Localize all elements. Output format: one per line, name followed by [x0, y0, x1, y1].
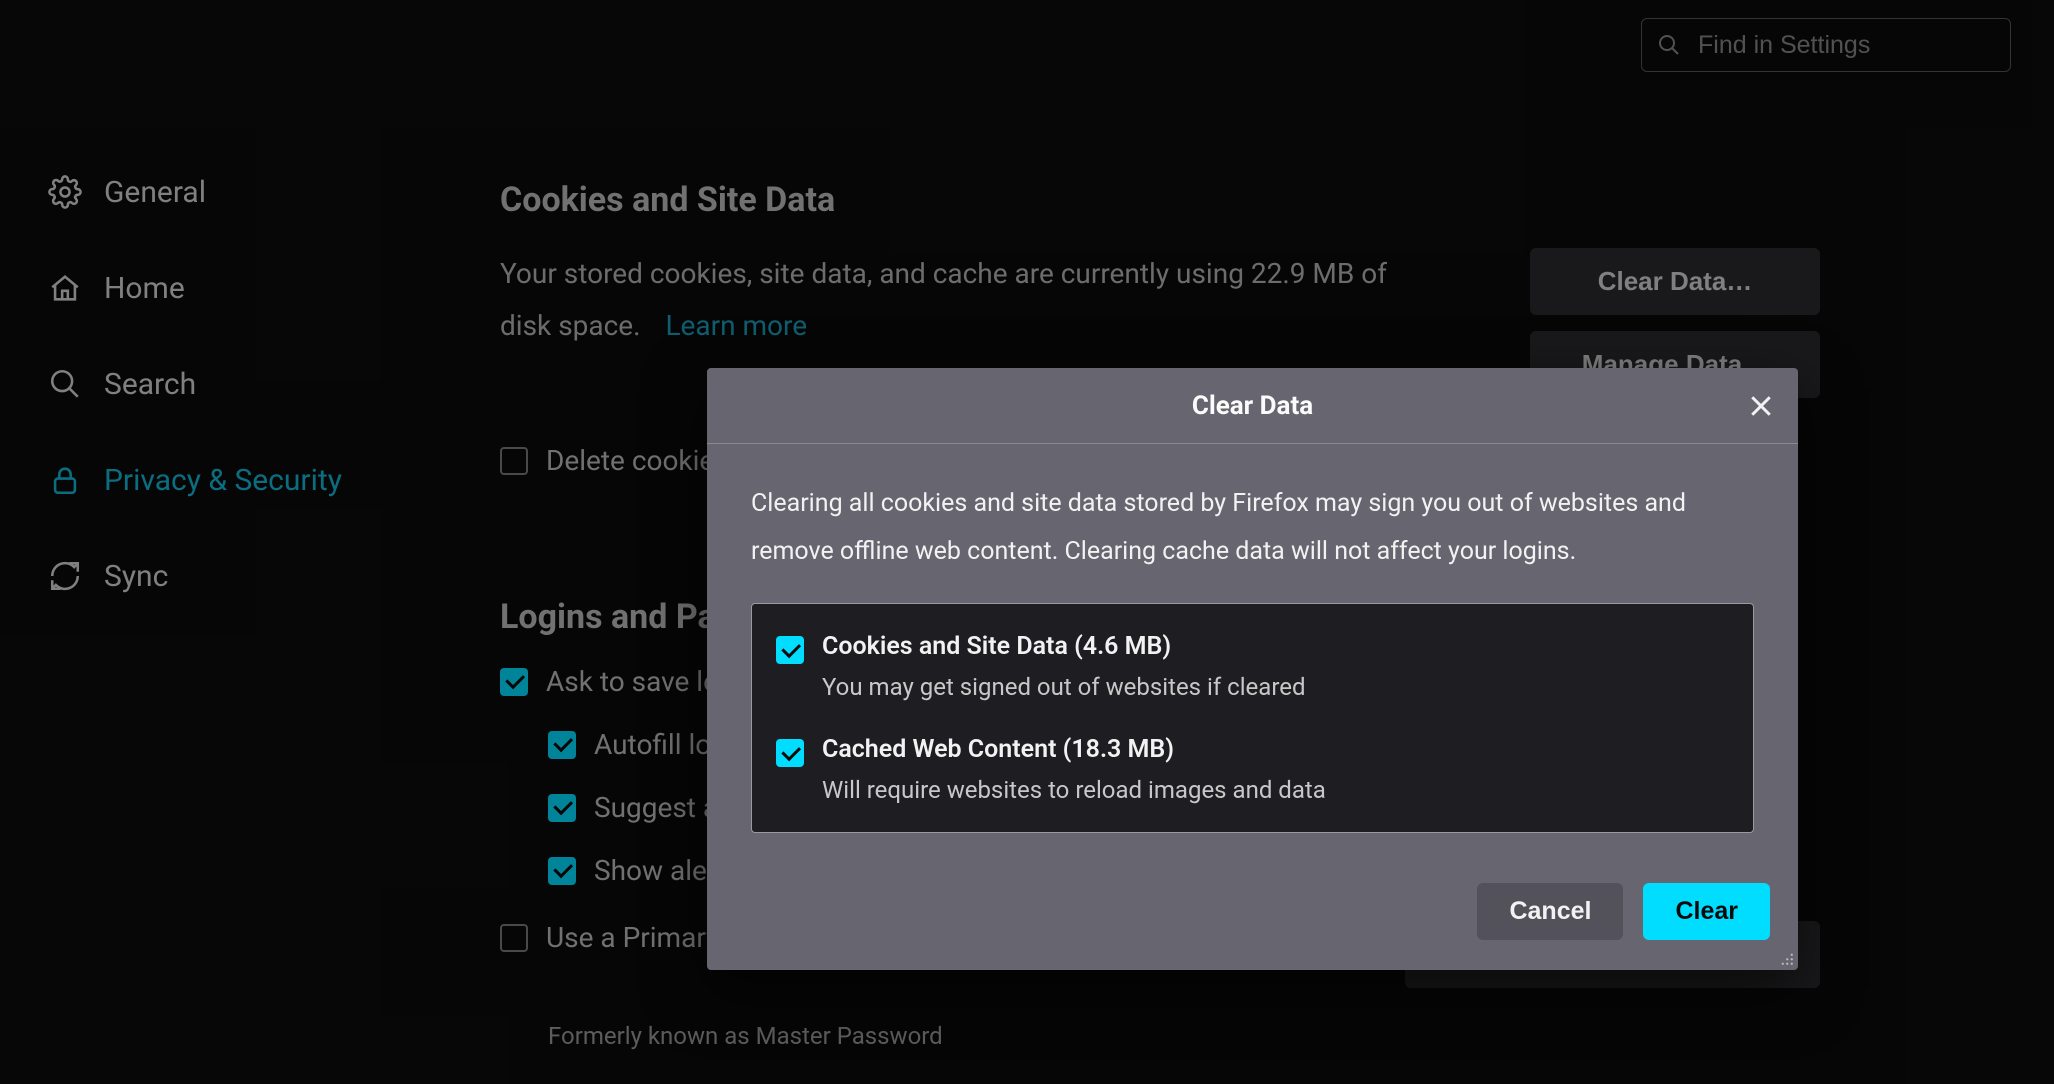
- dialog-title: Clear Data: [1192, 391, 1313, 421]
- cancel-button[interactable]: Cancel: [1477, 883, 1623, 940]
- dialog-option-text: Cached Web Content (18.3 MB) Will requir…: [822, 735, 1326, 804]
- dialog-description: Clearing all cookies and site data store…: [751, 480, 1754, 575]
- close-icon[interactable]: [1746, 391, 1776, 421]
- cookies-option-checkbox[interactable]: [776, 636, 804, 664]
- dialog-option-cookies: Cookies and Site Data (4.6 MB) You may g…: [776, 632, 1729, 701]
- dialog-body: Clearing all cookies and site data store…: [707, 444, 1798, 863]
- clear-button[interactable]: Clear: [1643, 883, 1770, 940]
- dialog-option-cache: Cached Web Content (18.3 MB) Will requir…: [776, 735, 1729, 804]
- dialog-option-text: Cookies and Site Data (4.6 MB) You may g…: [822, 632, 1306, 701]
- cookies-option-title: Cookies and Site Data (4.6 MB): [822, 632, 1306, 661]
- cache-option-title: Cached Web Content (18.3 MB): [822, 735, 1326, 764]
- dialog-header: Clear Data: [707, 368, 1798, 444]
- cache-option-sub: Will require websites to reload images a…: [822, 776, 1326, 804]
- clear-data-dialog: Clear Data Clearing all cookies and site…: [707, 368, 1798, 970]
- cache-option-checkbox[interactable]: [776, 739, 804, 767]
- cookies-option-sub: You may get signed out of websites if cl…: [822, 673, 1306, 701]
- dialog-options: Cookies and Site Data (4.6 MB) You may g…: [751, 603, 1754, 833]
- dialog-footer: Cancel Clear: [707, 863, 1798, 970]
